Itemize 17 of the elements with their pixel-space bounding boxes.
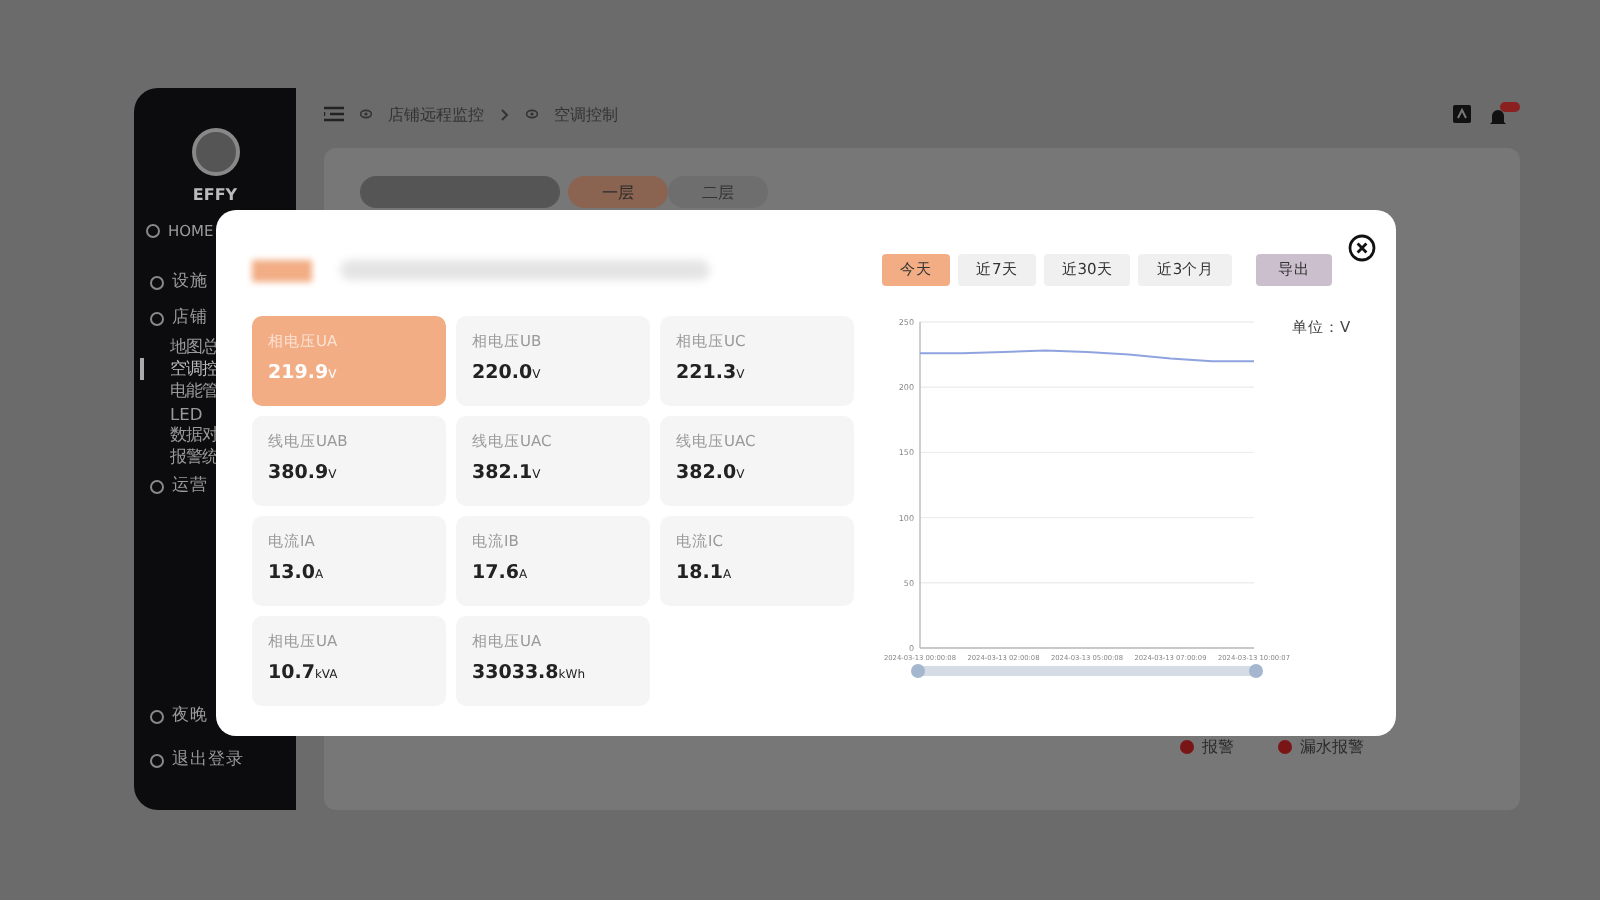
- alert-icon: [1180, 740, 1194, 754]
- avatar: [191, 128, 239, 176]
- translate-icon[interactable]: [1452, 104, 1472, 124]
- blurred-tag: [252, 259, 312, 281]
- eye-icon: [526, 108, 538, 120]
- eye-icon: [360, 108, 372, 120]
- bell-icon[interactable]: [1488, 101, 1520, 127]
- sidebar-item[interactable]: 退出登录: [134, 742, 296, 778]
- close-icon[interactable]: [1348, 234, 1376, 262]
- legend-label: 漏水报警: [1300, 736, 1364, 758]
- legend-label: 报警: [1202, 736, 1234, 758]
- user-name: EFFY: [192, 186, 238, 204]
- sidebar-item[interactable]: 设施: [134, 264, 296, 300]
- alert-icon: [1278, 740, 1292, 754]
- menu-icon[interactable]: [324, 106, 344, 122]
- zoom-slider[interactable]: [911, 664, 1263, 678]
- chevron-icon: [500, 107, 510, 121]
